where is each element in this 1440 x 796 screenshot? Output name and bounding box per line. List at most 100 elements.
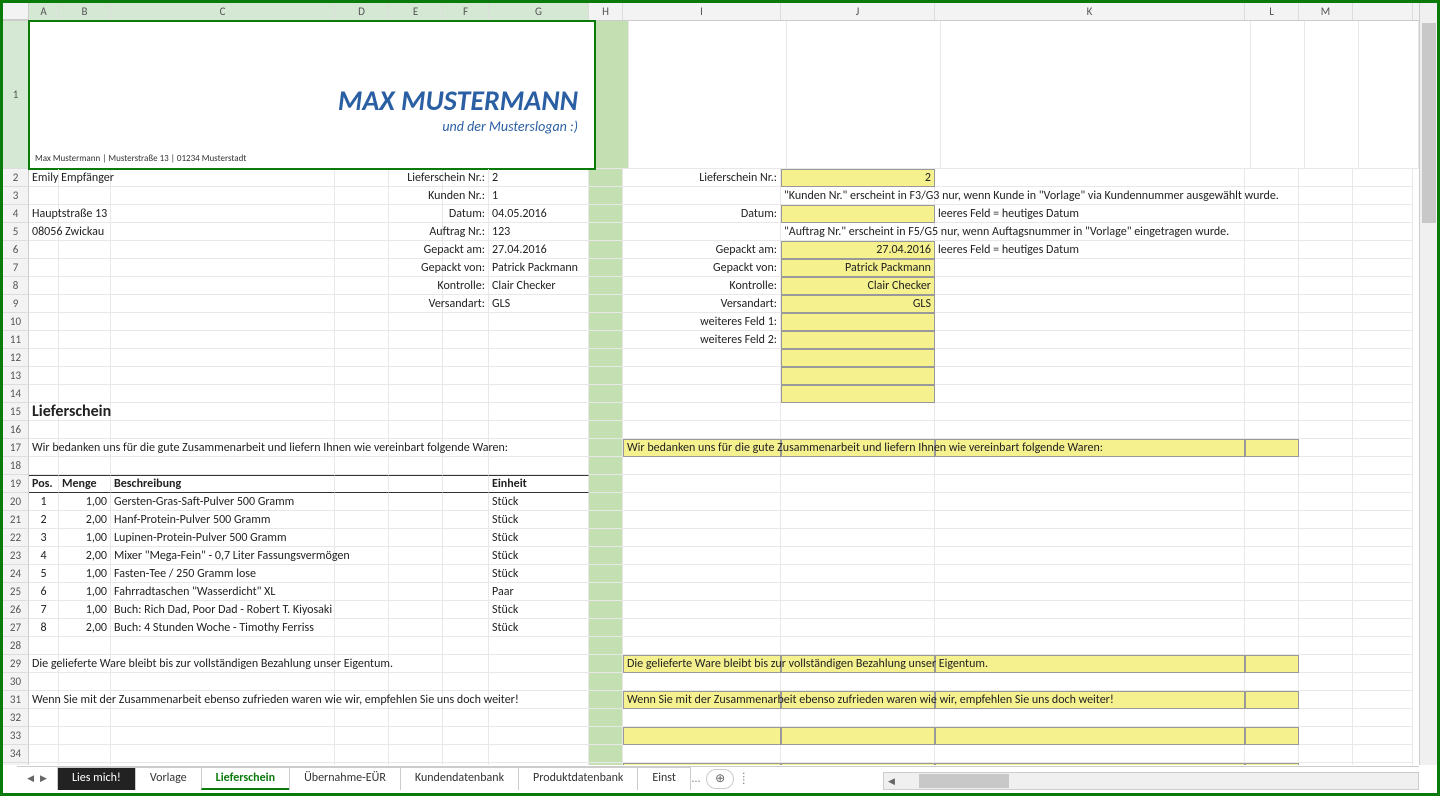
row-21: 2122,00Hanf-Protein-Pulver 500 GrammStüc… xyxy=(3,511,1419,529)
row-header-9[interactable]: 9 xyxy=(3,295,29,313)
row-header-6[interactable]: 6 xyxy=(3,241,29,259)
row-header-3[interactable]: 3 xyxy=(3,187,29,205)
row-28: 28 xyxy=(3,637,1419,655)
col-header-A[interactable]: A xyxy=(29,3,59,20)
col-header-F[interactable]: F xyxy=(443,3,489,20)
row-31: 31Wenn Sie mit der Zusammenarbeit ebenso… xyxy=(3,691,1419,709)
row-header-32[interactable]: 32 xyxy=(3,709,29,727)
row-header-18[interactable]: 18 xyxy=(3,457,29,475)
row-27: 2782,00Buch: 4 Stunden Woche - Timothy F… xyxy=(3,619,1419,637)
row-header-34[interactable]: 34 xyxy=(3,745,29,763)
select-all-corner[interactable] xyxy=(3,3,29,20)
row-header-10[interactable]: 10 xyxy=(3,313,29,331)
row-header-25[interactable]: 25 xyxy=(3,583,29,601)
vertical-scrollbar[interactable] xyxy=(1419,3,1437,765)
tab-nav-buttons[interactable]: ◀▶ xyxy=(17,773,57,784)
sheet-tab-3[interactable]: Übernahme-EÜR xyxy=(289,767,401,790)
row-9: 9Versandart:GLSVersandart:GLS xyxy=(3,295,1419,313)
vscroll-thumb[interactable] xyxy=(1422,23,1436,223)
row-14: 14 xyxy=(3,385,1419,403)
new-sheet-button[interactable]: ⊕ xyxy=(706,769,734,789)
sheet-tab-4[interactable]: Kundendatenbank xyxy=(400,767,519,790)
row-header-30[interactable]: 30 xyxy=(3,673,29,691)
sheet-tab-5[interactable]: Produktdatenbank xyxy=(518,767,638,790)
row-25: 2561,00Fahrradtaschen "Wasserdicht" XLPa… xyxy=(3,583,1419,601)
row-11: 11weiteres Feld 2: xyxy=(3,331,1419,349)
row-header-1[interactable]: 1 xyxy=(3,21,29,169)
row-header-17[interactable]: 17 xyxy=(3,439,29,457)
row-10: 10weiteres Feld 1: xyxy=(3,313,1419,331)
row-header-8[interactable]: 8 xyxy=(3,277,29,295)
col-header-J[interactable]: J xyxy=(781,3,935,20)
row-3: 3Kunden Nr.:1"Kunden Nr." erscheint in F… xyxy=(3,187,1419,205)
row-header-35[interactable]: 35 xyxy=(3,763,29,765)
row-header-15[interactable]: 15 xyxy=(3,403,29,421)
row-2: 2Emily EmpfängerLieferschein Nr.:2Liefer… xyxy=(3,169,1419,187)
row-35: 35 xyxy=(3,763,1419,765)
row-header-20[interactable]: 20 xyxy=(3,493,29,511)
row-header-28[interactable]: 28 xyxy=(3,637,29,655)
hscroll-thumb[interactable] xyxy=(919,774,1009,788)
row-26: 2671,00Buch: Rich Dad, Poor Dad - Robert… xyxy=(3,601,1419,619)
row-header-26[interactable]: 26 xyxy=(3,601,29,619)
separator-col xyxy=(595,21,629,169)
row-header-11[interactable]: 11 xyxy=(3,331,29,349)
row-24: 2451,00Fasten-Tee / 250 Gramm loseStück xyxy=(3,565,1419,583)
row-header-2[interactable]: 2 xyxy=(3,169,29,187)
row-header-27[interactable]: 27 xyxy=(3,619,29,637)
sheet-tab-2[interactable]: Lieferschein xyxy=(201,767,290,790)
row-20: 2011,00Gersten-Gras-Saft-Pulver 500 Gram… xyxy=(3,493,1419,511)
col-header-M[interactable]: M xyxy=(1299,3,1353,20)
column-headers: A B C D E F G H I J K L M xyxy=(3,3,1419,21)
col-header-E[interactable]: E xyxy=(389,3,443,20)
row-header-7[interactable]: 7 xyxy=(3,259,29,277)
col-header-I[interactable]: I xyxy=(623,3,781,20)
row-header-4[interactable]: 4 xyxy=(3,205,29,223)
col-header-K[interactable]: K xyxy=(935,3,1245,20)
row-header-23[interactable]: 23 xyxy=(3,547,29,565)
row-16: 16 xyxy=(3,421,1419,439)
col-header-C[interactable]: C xyxy=(111,3,335,20)
row-header-14[interactable]: 14 xyxy=(3,385,29,403)
row-4: 4Hauptstraße 13Datum:04.05.2016Datum:lee… xyxy=(3,205,1419,223)
row-header-29[interactable]: 29 xyxy=(3,655,29,673)
horizontal-scrollbar[interactable]: ◀ xyxy=(883,772,1419,790)
row-header-22[interactable]: 22 xyxy=(3,529,29,547)
row-header-12[interactable]: 12 xyxy=(3,349,29,367)
row-header-31[interactable]: 31 xyxy=(3,691,29,709)
row-header-33[interactable]: 33 xyxy=(3,727,29,745)
col-header-L[interactable]: L xyxy=(1245,3,1299,20)
sheet-tab-1[interactable]: Vorlage xyxy=(135,767,202,790)
company-name: MAX MUSTERMANN xyxy=(338,83,578,118)
row-19: 19Pos.MengeBeschreibungEinheit xyxy=(3,475,1419,493)
row-6: 6Gepackt am:27.04.2016Gepackt am:27.04.2… xyxy=(3,241,1419,259)
sender-address: Max Mustermann | Musterstraße 13 | 01234… xyxy=(35,153,246,164)
row-header-24[interactable]: 24 xyxy=(3,565,29,583)
row-32: 32 xyxy=(3,709,1419,727)
row-22: 2231,00Lupinen-Protein-Pulver 500 GrammS… xyxy=(3,529,1419,547)
row-33: 33 xyxy=(3,727,1419,745)
row-header-5[interactable]: 5 xyxy=(3,223,29,241)
row-13: 13 xyxy=(3,367,1419,385)
col-header-G[interactable]: G xyxy=(489,3,589,20)
letterhead[interactable]: MAX MUSTERMANN und der Musterslogan :) M… xyxy=(29,21,595,169)
row-23: 2342,00Mixer "Mega-Fein" - 0,7 Liter Fas… xyxy=(3,547,1419,565)
sheet-tab-6[interactable]: Einst xyxy=(637,767,691,790)
row-header-16[interactable]: 16 xyxy=(3,421,29,439)
row-8: 8Kontrolle:Clair CheckerKontrolle:Clair … xyxy=(3,277,1419,295)
row-header-13[interactable]: 13 xyxy=(3,367,29,385)
sheet-tab-0[interactable]: Lies mich! xyxy=(57,767,136,790)
row-header-21[interactable]: 21 xyxy=(3,511,29,529)
col-header-B[interactable]: B xyxy=(59,3,111,20)
row-5: 508056 ZwickauAuftrag Nr.:123"Auftrag Nr… xyxy=(3,223,1419,241)
row-34: 34 xyxy=(3,745,1419,763)
spreadsheet-grid[interactable]: A B C D E F G H I J K L M 1 MAX MUSTERMA… xyxy=(3,3,1419,765)
row-29: 29Die gelieferte Ware bleibt bis zur vol… xyxy=(3,655,1419,673)
col-header-D[interactable]: D xyxy=(335,3,389,20)
col-header-H[interactable]: H xyxy=(589,3,623,20)
row-17: 17Wir bedanken uns für die gute Zusammen… xyxy=(3,439,1419,457)
row-header-19[interactable]: 19 xyxy=(3,475,29,493)
row-15: 15Lieferschein xyxy=(3,403,1419,421)
row-12: 12 xyxy=(3,349,1419,367)
col-header-extra[interactable] xyxy=(1353,3,1413,20)
